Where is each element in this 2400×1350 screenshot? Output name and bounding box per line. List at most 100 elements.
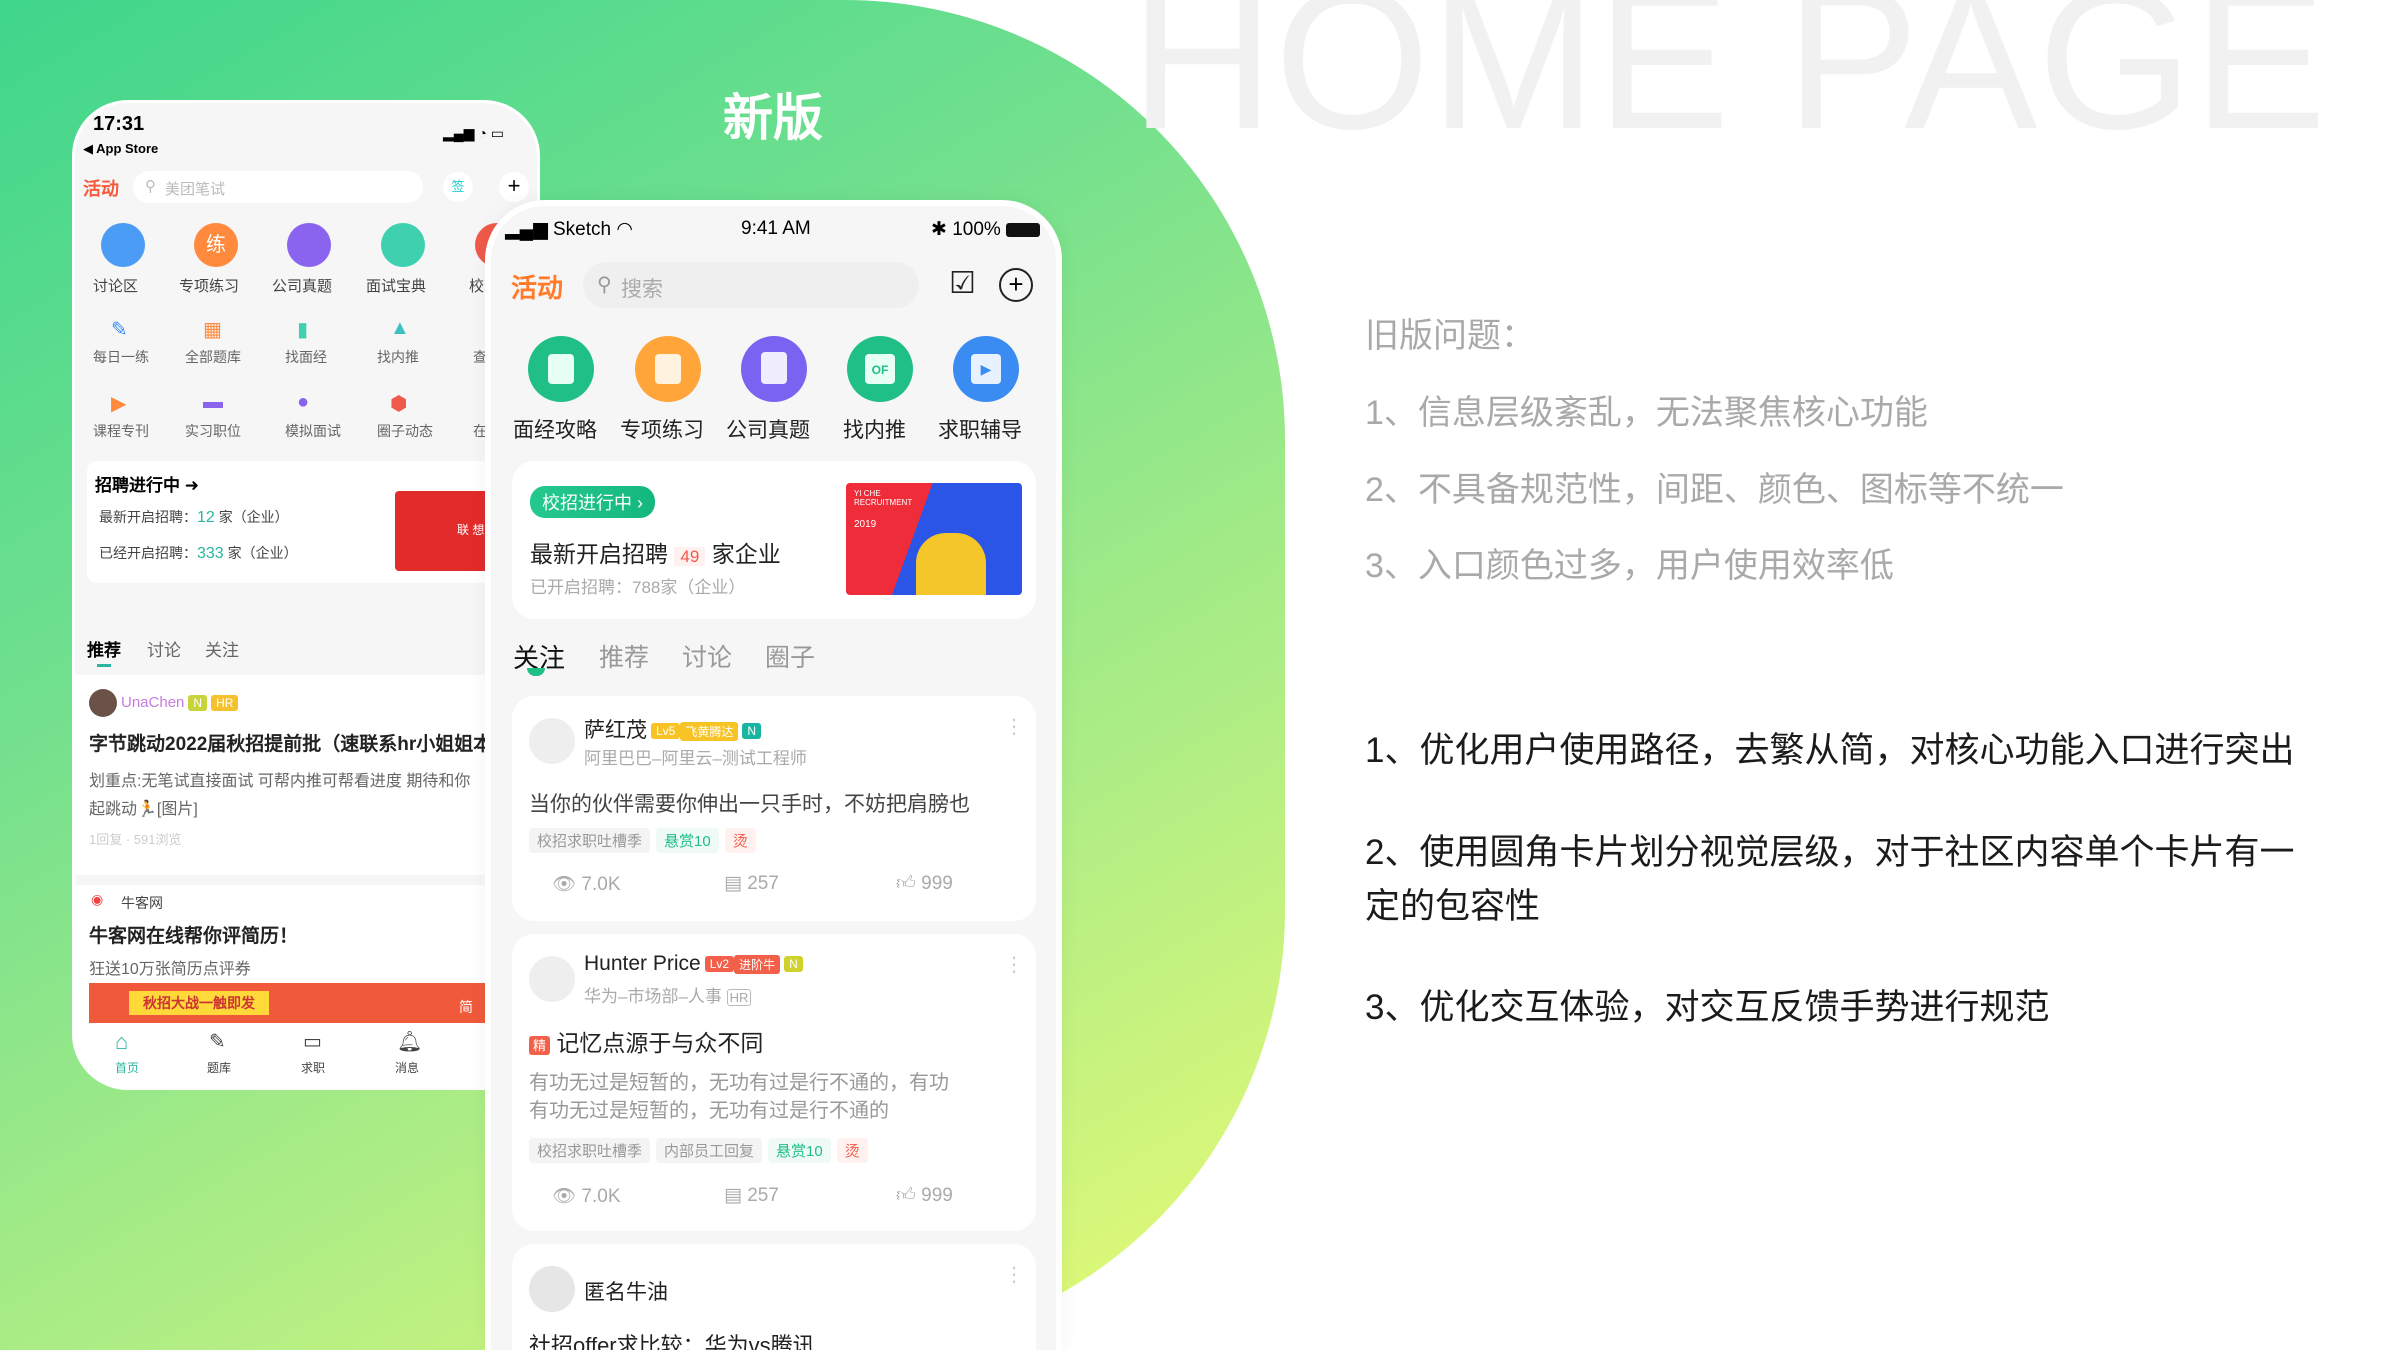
banner-side-text: 简	[459, 999, 473, 1015]
home-page-watermark: HOME PAGE	[1130, 0, 2327, 171]
campaign-title: 最新开启招聘 49 家企业	[530, 541, 781, 567]
post-desc: 狂送10万张简历点评券	[89, 961, 251, 978]
autumn-banner[interactable]: 秋招大战一触即发 简	[89, 983, 499, 1023]
nav-messages[interactable]: 消息	[395, 1059, 419, 1076]
tab-discuss[interactable]: 讨论	[147, 636, 181, 661]
entry-label: 公司真题	[726, 419, 810, 442]
home-icon[interactable]: ⌂	[115, 1029, 128, 1055]
more-icon[interactable]: ⋮	[1004, 714, 1024, 739]
briefcase-icon[interactable]: ▭	[303, 1029, 322, 1054]
entry-label: 求职辅导	[938, 419, 1022, 442]
recruitment-line-1: 最新开启招聘：12 家（企业）	[99, 509, 289, 526]
checkin-icon[interactable]: 签	[443, 172, 473, 202]
plus-icon[interactable]: +	[499, 172, 529, 202]
activity-logo[interactable]: 活动	[511, 268, 563, 305]
post-body: 有功无过是短暂的，无功有过是行不通的	[529, 1100, 889, 1122]
nowcoder-logo-icon: ◉	[91, 891, 104, 907]
post-source: 牛客网	[121, 895, 163, 911]
post-company: 阿里巴巴–阿里云–测试工程师	[584, 749, 807, 768]
tab-recommend[interactable]: 推荐	[599, 638, 649, 674]
pencil-icon[interactable]: ✎	[111, 317, 128, 342]
activity-logo[interactable]: 活动	[83, 175, 119, 201]
new-version-phone: ▂▄▆ Sketch ◠ 9:41 AM ✱ 100% 活动 ⚲ 搜索 ☑ + …	[485, 200, 1062, 1350]
entry-label: 专项练习	[620, 419, 704, 442]
rocket-icon[interactable]: ▲	[390, 317, 410, 340]
tab-recommend[interactable]: 推荐	[87, 636, 121, 661]
more-icon[interactable]: ⋮	[1004, 1262, 1024, 1287]
referral-icon[interactable]: OF	[847, 336, 913, 402]
briefcase-icon[interactable]: ▬	[203, 391, 223, 414]
career-coaching-icon[interactable]: ▶	[953, 336, 1019, 402]
company-questions-icon[interactable]	[741, 336, 807, 402]
old-issue: 2、不具备规范性，间距、颜色、图标等不统一	[1365, 471, 2064, 509]
icon-label: 公司真题	[272, 278, 333, 295]
building-icon[interactable]	[287, 223, 331, 267]
nav-questions[interactable]: 题库	[207, 1059, 231, 1076]
poster-illustration	[916, 533, 986, 595]
search-input[interactable]: ⚲ 美团笔试	[133, 171, 423, 203]
chat-icon[interactable]	[101, 223, 145, 267]
book-icon[interactable]	[381, 223, 425, 267]
interview-chat-icon[interactable]: ●	[297, 391, 309, 414]
tab-follow[interactable]: 关注	[205, 636, 239, 661]
post-title: 精 记忆点源于与众不同	[529, 1024, 763, 1058]
interview-guide-icon[interactable]	[528, 336, 594, 402]
old-issue: 1、信息层级紊乱，无法聚焦核心功能	[1365, 394, 1928, 432]
core-entries: 面经攻略 专项练习 公司真题 OF 找内推 ▶ 求职辅导	[491, 330, 1056, 450]
status-time: 17:31	[93, 113, 145, 135]
old-issue: 3、入口颜色过多，用户使用效率低	[1365, 547, 1894, 585]
post-author: UnaChen N HR	[121, 694, 239, 712]
entry-label: 面经攻略	[513, 419, 597, 442]
status-carrier: ▂▄▆ Sketch ◠	[505, 219, 633, 240]
comments-stat[interactable]: ▤ 257	[724, 1184, 779, 1207]
status-battery: ✱ 100%	[931, 218, 1041, 241]
avatar	[529, 718, 575, 764]
post-company: 华为–市场部–人事 HR	[584, 982, 752, 1007]
recruitment-card[interactable]: 招聘进行中 ➜ 最新开启招聘：12 家（企业） 已经开启招聘：333 家（企业）…	[87, 461, 507, 583]
feed-card[interactable]: Hunter Price Lv2 进阶牛 N 华为–市场部–人事 HR ⋮ 精 记忆点…	[512, 934, 1036, 1231]
tab-indicator	[97, 664, 111, 667]
post-body: 当你的伙伴需要你伸出一只手时，不妨把肩膀也	[529, 793, 970, 816]
recruitment-poster[interactable]: YI CHE RECRUITMENT 2019	[846, 483, 1022, 595]
bottom-nav: ⌂ 首页 ✎ 题库 ▭ 求职 🔔︎ 消息	[75, 1023, 537, 1087]
old-post-1[interactable]: UnaChen N HR 字节跳动2022届秋招提前批（速联系hr小姐姐本 划重点:…	[75, 675, 537, 875]
tab-discuss[interactable]: 讨论	[682, 638, 732, 674]
search-placeholder: 美团笔试	[165, 181, 226, 198]
practice-icon[interactable]: 练	[194, 223, 238, 267]
post-tags: 校招求职吐槽季 内部员工回复 悬赏10 烫	[529, 1138, 874, 1163]
likes-stat[interactable]: 👍︎ 999	[896, 1184, 953, 1207]
search-placeholder: 搜索	[621, 278, 663, 301]
grid-icon[interactable]: ▦	[203, 317, 222, 342]
campaign-card[interactable]: 校招进行中 › 最新开启招聘 49 家企业 已开启招聘：788家（企业） YI …	[512, 461, 1036, 619]
anonymous-avatar	[529, 1266, 575, 1312]
calendar-check-icon[interactable]: ☑	[949, 266, 976, 301]
tab-circle[interactable]: 圈子	[765, 638, 815, 674]
signal-wifi-battery-icon: ▂▄▆ ◔ ▭	[443, 125, 504, 141]
old-post-2[interactable]: ◉ 牛客网 牛客网在线帮你评简历！ 狂送10万张简历点评券 秋招大战一触即发 简	[75, 885, 537, 1045]
nav-jobs[interactable]: 求职	[301, 1059, 325, 1076]
comments-stat[interactable]: ▤ 257	[724, 872, 779, 895]
back-to-app-store[interactable]: ◀ App Store	[83, 141, 158, 157]
improvement: 1、优化用户使用路径，去繁从简，对核心功能入口进行突出	[1365, 731, 2295, 770]
likes-stat[interactable]: 👍︎ 999	[896, 872, 953, 895]
post-author: 匿名牛油	[584, 1281, 668, 1304]
feed-card[interactable]: 匿名牛油 ⋮ 社招offer求比较：华为vs腾讯	[512, 1244, 1036, 1350]
add-circle-icon[interactable]: +	[999, 268, 1033, 302]
campaign-pill[interactable]: 校招进行中 ›	[530, 486, 655, 518]
improvement: 3、优化交互体验，对交互反馈手势进行规范	[1365, 988, 2050, 1027]
feed-tabs: 关注 推荐 讨论 圈子	[491, 638, 1056, 684]
post-desc: 划重点:无笔试直接面试 可帮内推可帮看进度 期待和你	[89, 773, 471, 790]
practice-icon[interactable]	[635, 336, 701, 402]
icon-label: 校	[469, 278, 485, 295]
edit-icon[interactable]: ✎	[209, 1029, 226, 1054]
feed-card[interactable]: 萨红茂 Lv5 飞黄腾达 N 阿里巴巴–阿里云–测试工程师 ⋮ 当你的伙伴需要你伸出一…	[512, 696, 1036, 921]
notebook-icon[interactable]: ▮	[297, 317, 308, 342]
course-icon[interactable]: ▶	[111, 391, 126, 416]
nav-home[interactable]: 首页	[115, 1059, 139, 1076]
more-icon[interactable]: ⋮	[1004, 952, 1024, 977]
shortcut-label: 找内推	[377, 349, 419, 365]
post-title: 牛客网在线帮你评简历！	[89, 926, 299, 947]
search-input[interactable]: ⚲ 搜索	[583, 262, 919, 308]
circle-icon[interactable]: ⬢	[390, 391, 407, 416]
bell-icon[interactable]: 🔔︎	[397, 1029, 422, 1054]
